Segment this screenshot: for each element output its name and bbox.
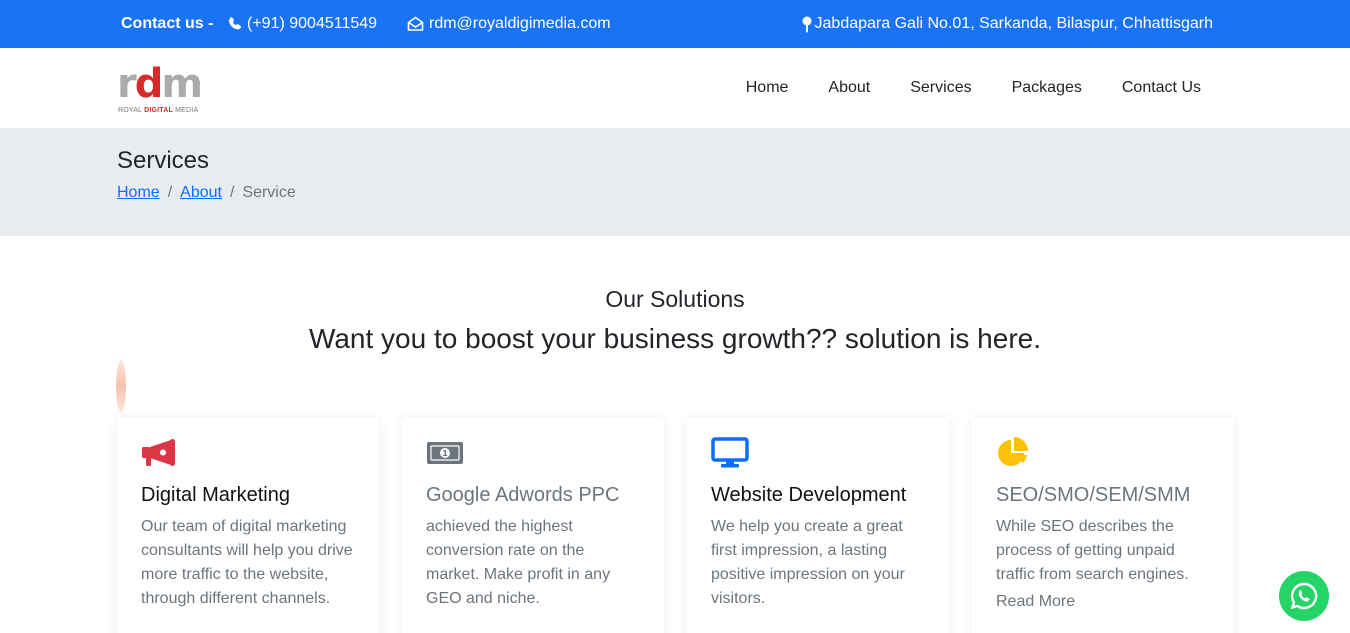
- logo-letter-m: m: [161, 61, 204, 107]
- card-title: SEO/SMO/SEM/SMM: [996, 484, 1191, 506]
- envelope-open-icon: [407, 16, 424, 31]
- money-icon: 1: [427, 442, 463, 464]
- breadcrumb-separator: /: [167, 184, 173, 201]
- service-card-google-adwords: 1 Google Adwords PPC achieved the highes…: [402, 418, 664, 633]
- page-header: Services Home / About / Service: [0, 128, 1350, 236]
- phone-link[interactable]: (+91) 9004511549: [227, 15, 377, 33]
- logo-letter-d: d: [134, 61, 164, 107]
- address-info: Jabdapara Gali No.01, Sarkanda, Bilaspur…: [802, 15, 1213, 33]
- whatsapp-icon: [1290, 582, 1318, 610]
- email-text: rdm@royaldigimedia.com: [429, 15, 611, 32]
- nav-item-packages[interactable]: Packages: [1012, 79, 1082, 97]
- phone-icon: [228, 16, 242, 30]
- email-link[interactable]: rdm@royaldigimedia.com: [407, 15, 611, 33]
- card-text: Our team of digital marketing consultant…: [141, 518, 353, 607]
- solutions-title: Our Solutions: [605, 286, 745, 312]
- rdm-logo[interactable]: r d m ROYAL DIGITAL MEDIA: [117, 60, 209, 118]
- card-title: Digital Marketing: [141, 484, 290, 506]
- megaphone-icon: [142, 439, 175, 466]
- logo-letters: r d m: [117, 60, 203, 104]
- card-text: We help you create a great first impress…: [711, 518, 905, 607]
- card-text: achieved the highest conversion rate on …: [426, 518, 611, 607]
- nav-item-services[interactable]: Services: [910, 79, 971, 97]
- breadcrumb-home-link[interactable]: Home: [117, 184, 160, 202]
- decorative-shape: [116, 360, 126, 412]
- nav-item-contact-us[interactable]: Contact Us: [1122, 79, 1201, 97]
- page-title: Services: [117, 147, 210, 174]
- service-card-seo: SEO/SMO/SEM/SMM While SEO describes the …: [972, 418, 1234, 633]
- breadcrumb-current: Service: [242, 184, 296, 201]
- card-title: Google Adwords PPC: [426, 484, 620, 506]
- nav-menu: Home About Services Packages Contact Us: [746, 79, 1201, 97]
- main-navbar: r d m ROYAL DIGITAL MEDIA Home About Ser…: [0, 48, 1350, 128]
- breadcrumb: Home / About / Service: [117, 184, 296, 202]
- phone-text: (+91) 9004511549: [247, 15, 378, 32]
- logo-tagline: ROYAL DIGITAL MEDIA: [118, 107, 199, 114]
- breadcrumb-separator: /: [229, 184, 235, 201]
- nav-item-about[interactable]: About: [828, 79, 870, 97]
- service-card-website-development: Website Development We help you create a…: [687, 418, 949, 633]
- whatsapp-button[interactable]: [1279, 571, 1329, 621]
- top-contact-bar: Contact us - (+91) 9004511549 rdm@royald…: [0, 0, 1350, 48]
- card-title: Website Development: [711, 484, 907, 506]
- service-card-digital-marketing: Digital Marketing Our team of digital ma…: [117, 418, 379, 633]
- card-text: While SEO describes the process of getti…: [996, 518, 1189, 583]
- read-more-link[interactable]: Read More: [996, 593, 1210, 611]
- svg-text:1: 1: [442, 449, 448, 458]
- nav-item-home[interactable]: Home: [746, 79, 789, 97]
- breadcrumb-about-link[interactable]: About: [180, 184, 222, 202]
- pie-chart-icon: [998, 437, 1028, 466]
- monitor-icon: [711, 437, 749, 468]
- address-text: Jabdapara Gali No.01, Sarkanda, Bilaspur…: [814, 15, 1213, 32]
- map-pin-icon: [802, 16, 812, 32]
- contact-label: Contact us -: [121, 15, 214, 32]
- solutions-subtitle: Want you to boost your business growth??…: [308, 323, 1042, 354]
